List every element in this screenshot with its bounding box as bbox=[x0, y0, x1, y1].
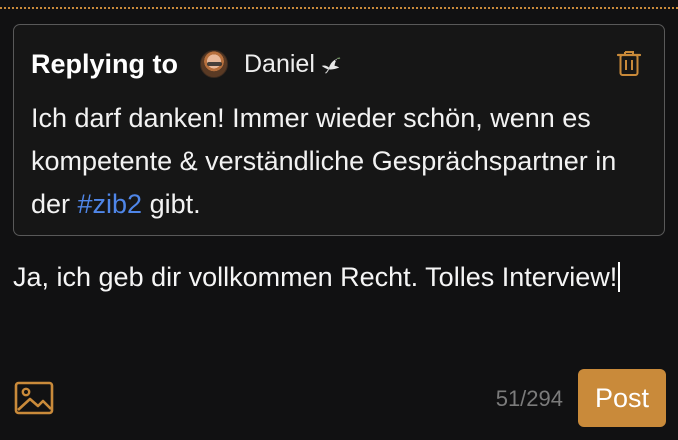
dove-icon bbox=[319, 53, 341, 75]
trash-icon[interactable] bbox=[616, 49, 642, 77]
post-button[interactable]: Post bbox=[578, 369, 666, 427]
post-text-value: Ja, ich geb dir vollkommen Recht. Tolles… bbox=[13, 262, 618, 292]
reply-body-after: gibt. bbox=[142, 189, 201, 219]
reply-composer: Replying to Daniel Ich darf danken! Imme… bbox=[0, 0, 678, 440]
author-avatar bbox=[200, 50, 228, 78]
thread-divider bbox=[0, 7, 678, 9]
reply-preview-card: Replying to Daniel Ich darf danken! Imme… bbox=[13, 24, 665, 236]
reply-body-text: Ich darf danken! Immer wieder schön, wen… bbox=[31, 97, 656, 226]
author-name: Daniel bbox=[244, 49, 315, 78]
image-icon[interactable] bbox=[14, 380, 54, 416]
replying-to-label: Replying to bbox=[31, 48, 178, 79]
text-caret bbox=[618, 262, 621, 292]
character-counter: 51/294 bbox=[495, 386, 563, 411]
post-text-input[interactable]: Ja, ich geb dir vollkommen Recht. Tolles… bbox=[13, 256, 663, 299]
reply-header: Replying to Daniel bbox=[31, 47, 341, 81]
hashtag-link[interactable]: #zib2 bbox=[78, 189, 143, 219]
